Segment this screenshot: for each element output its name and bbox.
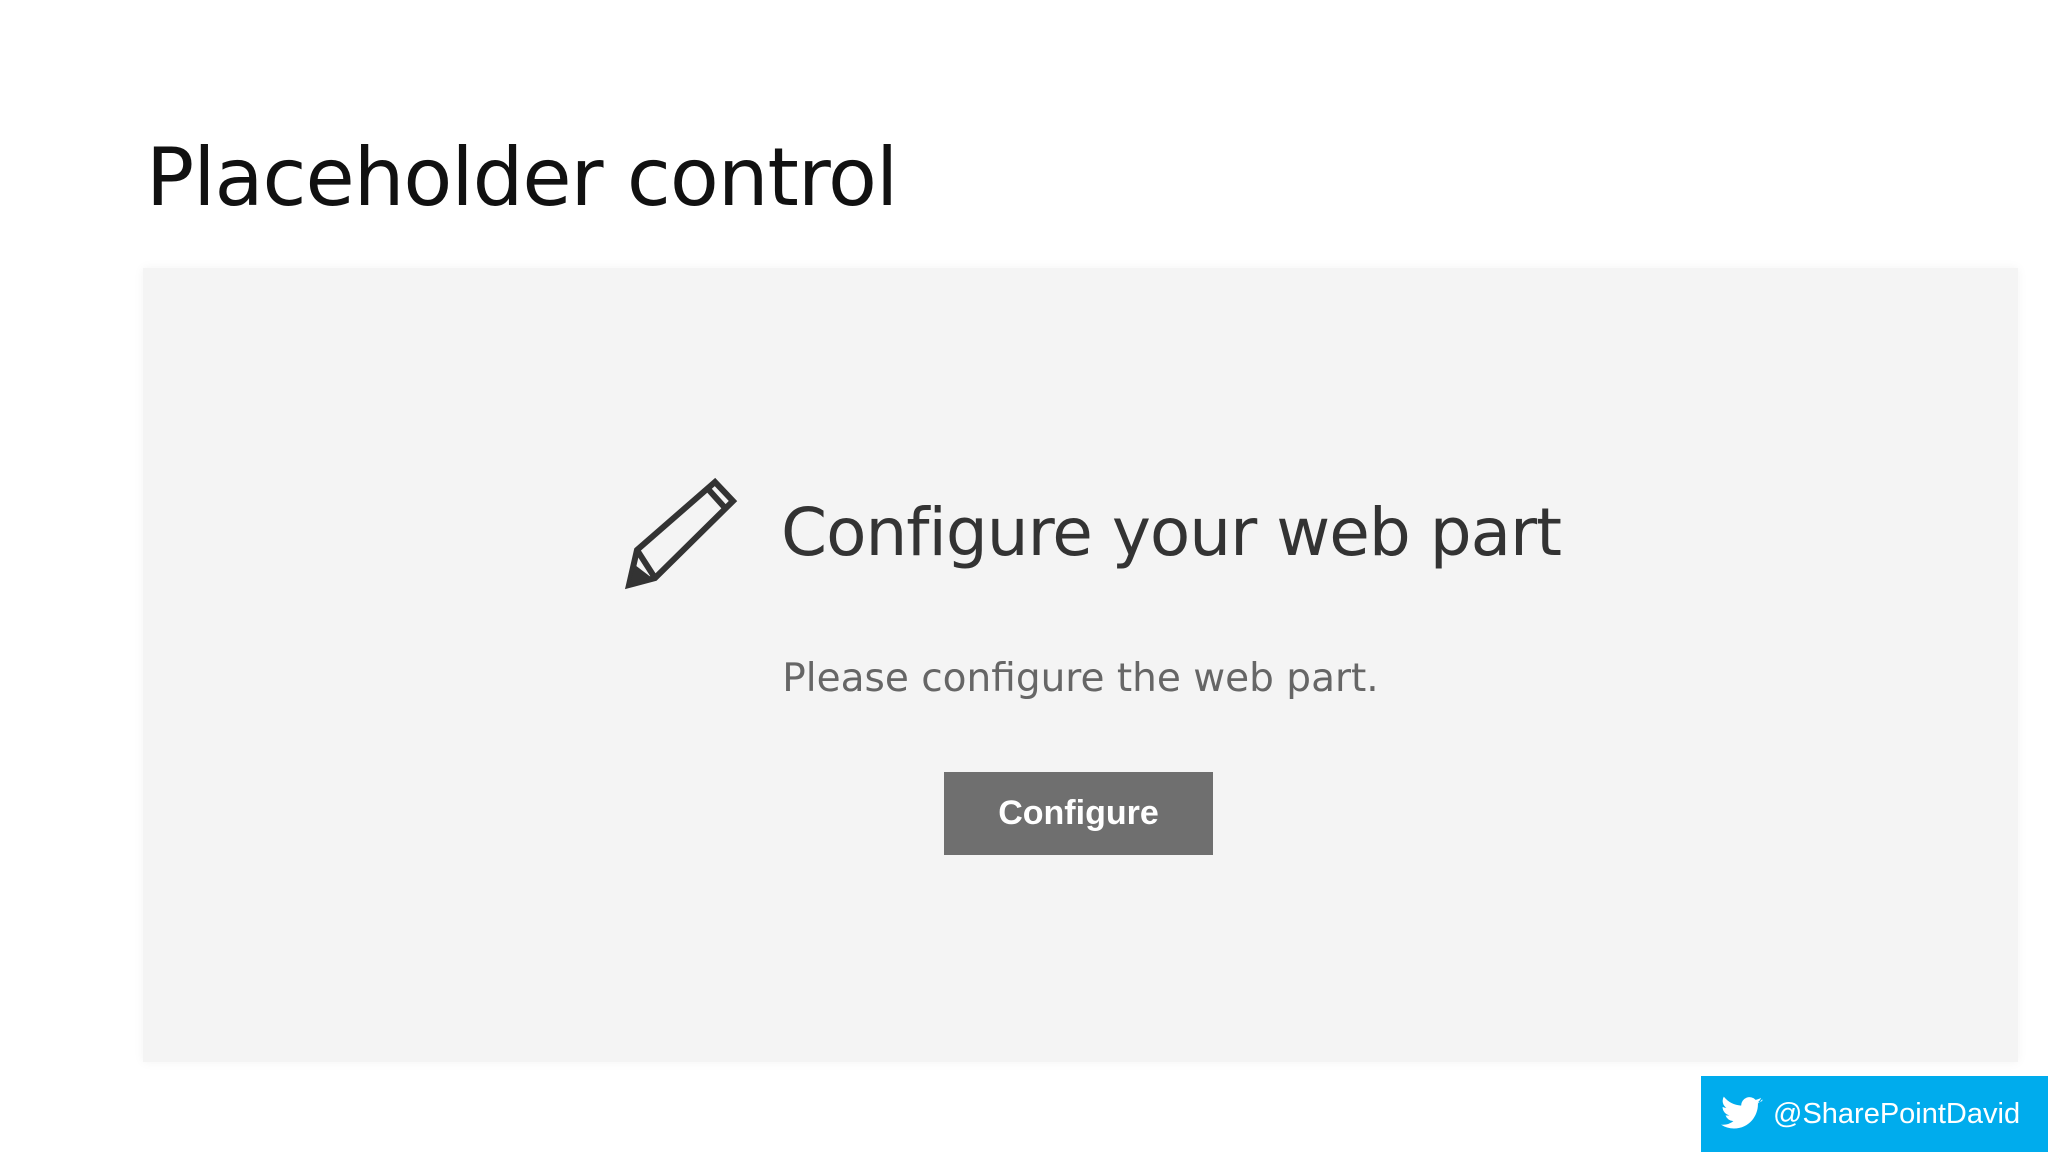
twitter-bird-icon	[1721, 1096, 1763, 1129]
pencil-icon	[625, 477, 738, 590]
placeholder-header: Configure your web part	[625, 472, 1562, 592]
configure-button[interactable]: Configure	[944, 772, 1213, 855]
slide-title: Placeholder control	[146, 131, 898, 224]
twitter-handle-badge: @SharePointDavid	[1701, 1076, 2048, 1152]
placeholder-title: Configure your web part	[781, 493, 1562, 571]
twitter-handle: @SharePointDavid	[1773, 1097, 2021, 1130]
placeholder-screenshot: Configure your web part Please configure…	[143, 268, 2018, 1062]
placeholder-description: Please configure the web part.	[782, 656, 1379, 701]
